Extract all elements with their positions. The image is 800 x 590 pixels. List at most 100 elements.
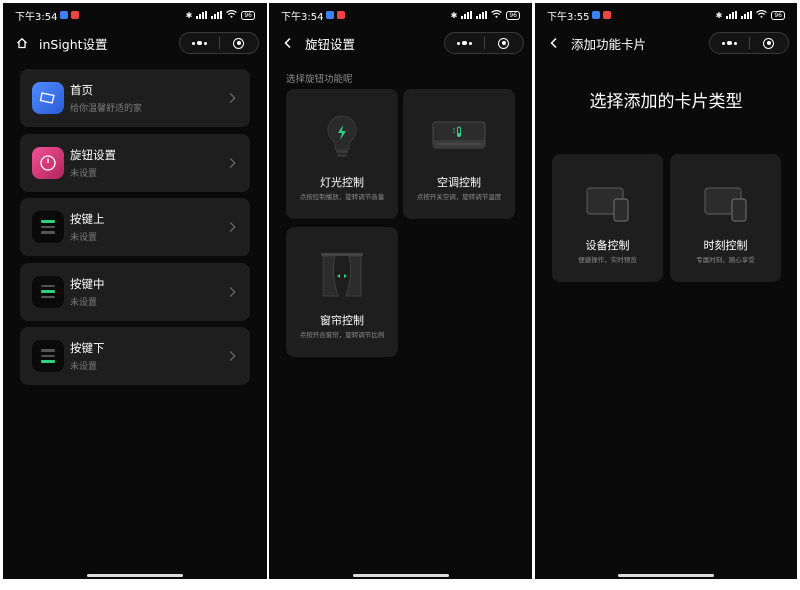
home-icon[interactable] <box>15 36 29 50</box>
notification-app-icon <box>71 11 80 19</box>
card-curtain-control[interactable]: 窗帘控制 点按开合窗帘，旋转调节比例 <box>286 227 398 357</box>
bluetooth-icon: ✱ <box>185 10 193 20</box>
card-title: 设备控制 <box>585 239 630 252</box>
card-aircon-control[interactable]: 空调控制 点按开关空调，旋转调节温度 <box>403 89 515 219</box>
chevron-right-icon <box>225 222 236 232</box>
notification-app-icon <box>326 11 335 19</box>
list-item-subtitle: 未设置 <box>70 297 98 308</box>
status-time: 下午3:54 <box>281 11 324 23</box>
close-miniprogram-button[interactable] <box>220 33 259 53</box>
key-middle-icon <box>32 275 64 308</box>
mini-program-capsule <box>709 32 789 54</box>
more-button[interactable] <box>710 33 749 53</box>
mini-program-capsule <box>444 32 524 54</box>
notification-app-icon <box>592 11 601 19</box>
aircon-icon <box>403 111 515 163</box>
more-icon <box>722 40 737 46</box>
chevron-right-icon <box>225 351 236 361</box>
list-item-subtitle: 未设置 <box>70 168 98 179</box>
key-top-icon <box>32 211 64 243</box>
card-title: 灯光控制 <box>320 176 364 189</box>
battery-indicator: 96 <box>771 10 785 20</box>
target-icon <box>233 37 245 49</box>
home-card-icon <box>32 82 64 114</box>
notification-app-icon <box>603 11 612 19</box>
card-title: 空调控制 <box>437 176 481 189</box>
list-item-title: 按键中 <box>70 276 105 291</box>
screen-add-card: 下午3:55 ✱ 96 添加功能卡片 选择添加的卡片类型 设备控制 便捷操作，实… <box>535 3 797 579</box>
chevron-right-icon <box>225 93 236 103</box>
list-item-subtitle: 未设置 <box>70 233 98 243</box>
knob-icon <box>32 146 64 179</box>
status-time: 下午3:55 <box>547 11 590 23</box>
close-miniprogram-button[interactable] <box>750 33 789 53</box>
home-indicator[interactable] <box>352 574 449 577</box>
card-description: 点按开合窗帘，旋转调节比例 <box>299 331 385 339</box>
bluetooth-icon: ✱ <box>450 10 458 20</box>
status-bar: 下午3:54 ✱ 96 <box>269 3 532 27</box>
card-description: 专属时刻，随心享受 <box>696 256 755 264</box>
page-title: 添加功能卡片 <box>571 36 647 52</box>
signal-icon <box>741 11 753 19</box>
nav-bar: 添加功能卡片 <box>535 29 797 57</box>
card-moment-control[interactable]: 时刻控制 专属时刻，随心享受 <box>670 154 781 282</box>
section-label: 选择旋钮功能呢 <box>286 74 353 85</box>
back-icon[interactable] <box>547 36 561 50</box>
signal-icon <box>461 11 473 19</box>
status-bar: 下午3:55 ✱ 96 <box>535 3 797 27</box>
list-item-key-middle[interactable]: 按键中 未设置 <box>20 262 250 321</box>
device-card-icon <box>552 178 663 230</box>
more-icon <box>457 40 472 46</box>
home-indicator[interactable] <box>618 574 714 577</box>
signal-icon <box>211 11 223 19</box>
list-item-key-top[interactable]: 按键上 未设置 <box>20 198 250 256</box>
list-item-title: 按键下 <box>70 341 105 355</box>
signal-icon <box>196 11 208 19</box>
list-item-subtitle: 未设置 <box>70 362 98 372</box>
status-bar: 下午3:54 ✱ 96 <box>3 3 267 27</box>
nav-bar: inSight设置 <box>3 29 267 57</box>
list-item-knob[interactable]: 旋钮设置 未设置 <box>20 133 250 192</box>
more-button[interactable] <box>445 33 484 53</box>
target-icon <box>498 37 510 49</box>
card-device-control[interactable]: 设备控制 便捷操作，实时预览 <box>552 154 663 282</box>
settings-list: 首页 给你温馨舒适的家 旋钮设置 未设置 按键上 未设置 按键中 未设置 按键下… <box>20 69 250 392</box>
battery-indicator: 96 <box>506 10 520 20</box>
card-title: 时刻控制 <box>703 239 748 252</box>
list-item-subtitle: 给你温馨舒适的家 <box>70 104 143 114</box>
curtain-icon <box>286 249 398 301</box>
screen-insight-settings: 下午3:54 ✱ 96 inSight设置 首页 给你温馨舒适的家 旋钮设置 未… <box>3 3 267 579</box>
notification-app-icon <box>337 11 346 19</box>
chevron-right-icon <box>225 157 236 168</box>
screen-knob-settings: 下午3:54 ✱ 96 旋钮设置 选择旋钮功能呢 灯光控制 点按控制播放，旋转调… <box>269 3 532 579</box>
close-miniprogram-button[interactable] <box>485 33 524 53</box>
chevron-right-icon <box>225 286 236 297</box>
wifi-icon <box>756 9 768 20</box>
bulb-icon <box>286 111 398 163</box>
key-bottom-icon <box>32 340 64 372</box>
list-item-title: 旋钮设置 <box>70 147 116 162</box>
back-icon[interactable] <box>281 36 295 50</box>
more-button[interactable] <box>180 33 219 53</box>
wifi-icon <box>226 9 238 20</box>
card-description: 点按控制播放，旋转调节音量 <box>299 193 385 201</box>
card-title: 窗帘控制 <box>320 314 364 327</box>
card-description: 便捷操作，实时预览 <box>578 256 637 264</box>
signal-icon <box>726 11 738 19</box>
mini-program-capsule <box>179 32 259 54</box>
notification-app-icon <box>60 11 69 19</box>
nav-bar: 旋钮设置 <box>269 29 532 57</box>
more-icon <box>192 40 207 46</box>
list-item-home[interactable]: 首页 给你温馨舒适的家 <box>20 69 250 127</box>
page-title: inSight设置 <box>39 36 108 52</box>
list-item-title: 按键上 <box>70 212 105 226</box>
list-item-key-bottom[interactable]: 按键下 未设置 <box>20 327 250 385</box>
bluetooth-icon: ✱ <box>715 10 723 20</box>
card-description: 点按开关空调，旋转调节温度 <box>416 193 502 201</box>
home-indicator[interactable] <box>87 574 183 577</box>
card-light-control[interactable]: 灯光控制 点按控制播放，旋转调节音量 <box>286 89 398 219</box>
page-heading: 选择添加的卡片类型 <box>589 92 743 112</box>
signal-icon <box>476 11 488 19</box>
status-time: 下午3:54 <box>15 11 58 23</box>
list-item-title: 首页 <box>70 83 93 97</box>
